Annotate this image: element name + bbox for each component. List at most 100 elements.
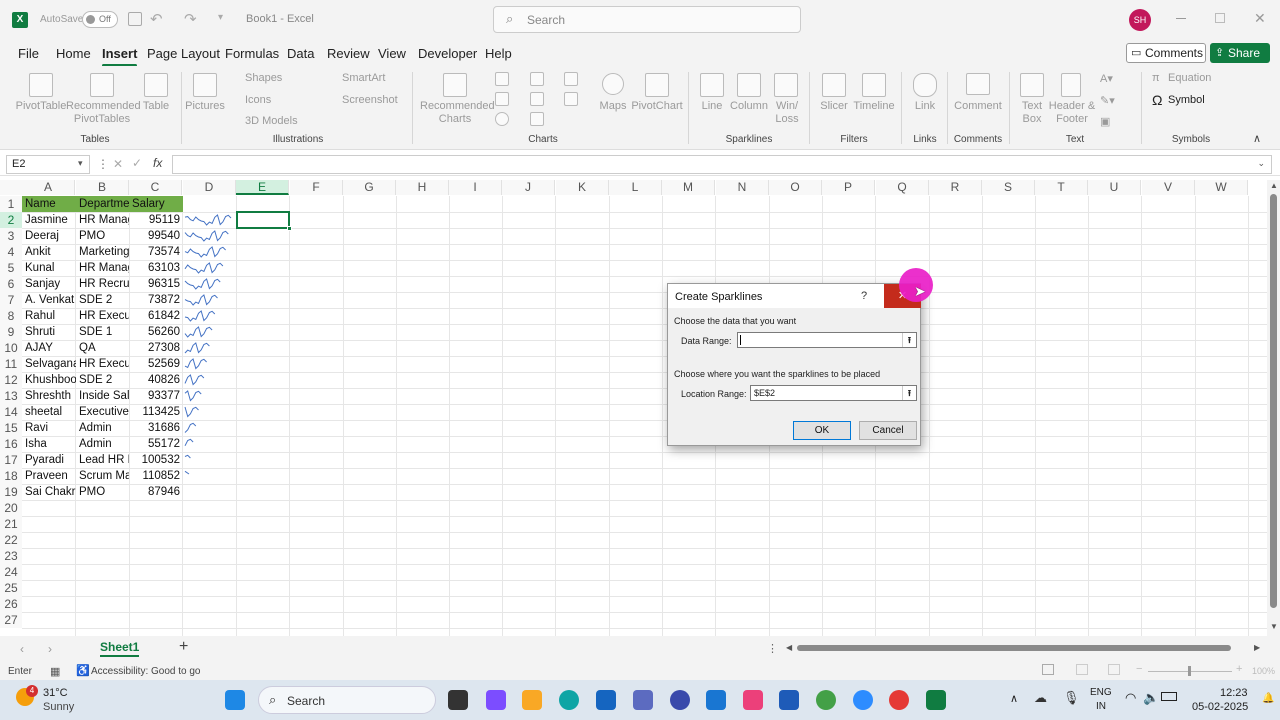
row-header-2[interactable]: 2	[0, 212, 22, 228]
taskbar-search-box[interactable]: ⌕ Search	[258, 686, 436, 714]
row-header-1[interactable]: 1	[0, 196, 22, 212]
horizontal-scrollbar-thumb[interactable]	[797, 645, 1231, 651]
tab-splitter-icon[interactable]: ⋮	[767, 642, 778, 655]
column-header-a[interactable]: A	[22, 180, 75, 195]
page-layout-view-icon[interactable]	[1076, 664, 1088, 675]
battery-icon[interactable]	[1161, 692, 1177, 701]
column-chart-icon[interactable]	[495, 72, 509, 86]
language-region[interactable]: IN	[1096, 701, 1106, 712]
row-header-19[interactable]: 19	[0, 484, 22, 500]
scroll-up-icon[interactable]: ▲	[1270, 181, 1278, 190]
cell-salary[interactable]: 73872	[129, 292, 183, 308]
column-header-j[interactable]: J	[502, 180, 555, 195]
menu-help[interactable]: Help	[485, 46, 512, 61]
app-icon[interactable]	[670, 690, 690, 710]
collapse-dialog-icon[interactable]: ⭱	[902, 333, 916, 347]
cell-department[interactable]: Executive I	[76, 404, 129, 420]
cell-salary[interactable]: 52569	[129, 356, 183, 372]
cell-name[interactable]: Jasmine	[22, 212, 76, 228]
zoom-icon[interactable]	[853, 690, 873, 710]
sparkline-winloss-button[interactable]: Win/ Loss	[772, 100, 802, 126]
cell-department[interactable]: PMO	[76, 228, 129, 244]
cell-salary[interactable]: 113425	[129, 404, 183, 420]
select-all-corner[interactable]	[0, 180, 22, 195]
menu-developer[interactable]: Developer	[418, 46, 477, 61]
column-header-k[interactable]: K	[556, 180, 609, 195]
minimize-icon[interactable]	[1176, 18, 1186, 19]
active-cell-e2[interactable]	[236, 211, 290, 229]
edge-icon[interactable]	[559, 690, 579, 710]
cell-department[interactable]: SDE 1	[76, 324, 129, 340]
cell-department[interactable]: HR Executi	[76, 356, 129, 372]
cell-department[interactable]: SDE 2	[76, 372, 129, 388]
insert-function-icon[interactable]: fx	[153, 156, 162, 170]
cell-salary[interactable]: 63103	[129, 260, 183, 276]
recommended-charts-button[interactable]: Recommended Charts	[420, 100, 495, 126]
autosave-toggle[interactable]: Off	[82, 11, 118, 28]
formula-input[interactable]: ⌄	[172, 155, 1272, 174]
wordart-icon[interactable]: A▾	[1100, 72, 1113, 85]
comment-button[interactable]: Comment	[952, 100, 1004, 113]
cell-department[interactable]: HR Recruit	[76, 276, 129, 292]
pivottable-button[interactable]: PivotTable	[14, 100, 68, 113]
column-header-g[interactable]: G	[343, 180, 396, 195]
cell-department[interactable]: Scrum Mas	[76, 468, 129, 484]
cell-name[interactable]: Rahul	[22, 308, 76, 324]
cell-name[interactable]: Isha	[22, 436, 76, 452]
collapse-dialog-icon[interactable]: ⭱	[902, 386, 916, 400]
fill-handle[interactable]	[287, 226, 292, 231]
cell-department[interactable]: Admin	[76, 436, 129, 452]
cell-department[interactable]: HR Manag	[76, 260, 129, 276]
cell-salary[interactable]: 56260	[129, 324, 183, 340]
row-header-15[interactable]: 15	[0, 420, 22, 436]
link-button[interactable]: Link	[908, 100, 942, 113]
collapse-ribbon-icon[interactable]: ∧	[1253, 132, 1261, 145]
slicer-button[interactable]: Slicer	[816, 100, 852, 113]
zoom-out-icon[interactable]: −	[1136, 663, 1142, 675]
symbol-button[interactable]: Symbol	[1168, 94, 1205, 106]
statistic-chart-icon[interactable]	[530, 92, 544, 106]
row-header-24[interactable]: 24	[0, 564, 22, 580]
wifi-icon[interactable]: ◠	[1125, 690, 1136, 706]
row-header-25[interactable]: 25	[0, 580, 22, 596]
signature-line-icon[interactable]: ✎▾	[1100, 94, 1115, 107]
cell-salary[interactable]: 96315	[129, 276, 183, 292]
icons-button[interactable]: Icons	[245, 94, 271, 106]
data-range-input[interactable]: ⭱	[737, 332, 917, 348]
header-cell-name[interactable]: Name	[22, 196, 76, 212]
vertical-scrollbar[interactable]: ▲ ▼	[1267, 180, 1280, 636]
cell-name[interactable]: Sai Chakri	[22, 484, 76, 500]
row-header-18[interactable]: 18	[0, 468, 22, 484]
cell-salary[interactable]: 61842	[129, 308, 183, 324]
scroll-down-icon[interactable]: ▼	[1270, 622, 1278, 631]
pie-chart-icon[interactable]	[495, 112, 509, 126]
smartart-button[interactable]: SmartArt	[342, 72, 385, 84]
row-header-6[interactable]: 6	[0, 276, 22, 292]
timeline-button[interactable]: Timeline	[852, 100, 896, 113]
next-sheet-icon[interactable]: ›	[48, 642, 52, 656]
language-primary[interactable]: ENG	[1090, 687, 1112, 698]
row-header-4[interactable]: 4	[0, 244, 22, 260]
pictures-button[interactable]: Pictures	[184, 100, 226, 113]
menu-data[interactable]: Data	[287, 46, 314, 61]
column-header-d[interactable]: D	[183, 180, 236, 195]
save-icon[interactable]	[128, 12, 142, 26]
cell-salary[interactable]: 27308	[129, 340, 183, 356]
header-footer-button[interactable]: Header & Footer	[1048, 100, 1096, 126]
cell-salary[interactable]: 55172	[129, 436, 183, 452]
header-cell-salary[interactable]: Salary	[129, 196, 183, 212]
word-icon[interactable]	[779, 690, 799, 710]
store-icon[interactable]	[596, 690, 616, 710]
teams-icon[interactable]	[633, 690, 653, 710]
cell-department[interactable]: HR Executi	[76, 308, 129, 324]
close-icon[interactable]: ✕	[1254, 10, 1266, 27]
cell-department[interactable]: Lead HR M	[76, 452, 129, 468]
microphone-icon[interactable]: 🎙	[1063, 690, 1080, 706]
header-cell-department[interactable]: Departme	[76, 196, 129, 212]
shapes-button[interactable]: Shapes	[245, 72, 282, 84]
cell-salary[interactable]: 40826	[129, 372, 183, 388]
object-icon[interactable]: ▣	[1100, 115, 1110, 128]
cell-name[interactable]: Kunal	[22, 260, 76, 276]
scroll-left-icon[interactable]: ◀	[786, 643, 792, 652]
macro-record-icon[interactable]: ▦	[50, 665, 60, 678]
